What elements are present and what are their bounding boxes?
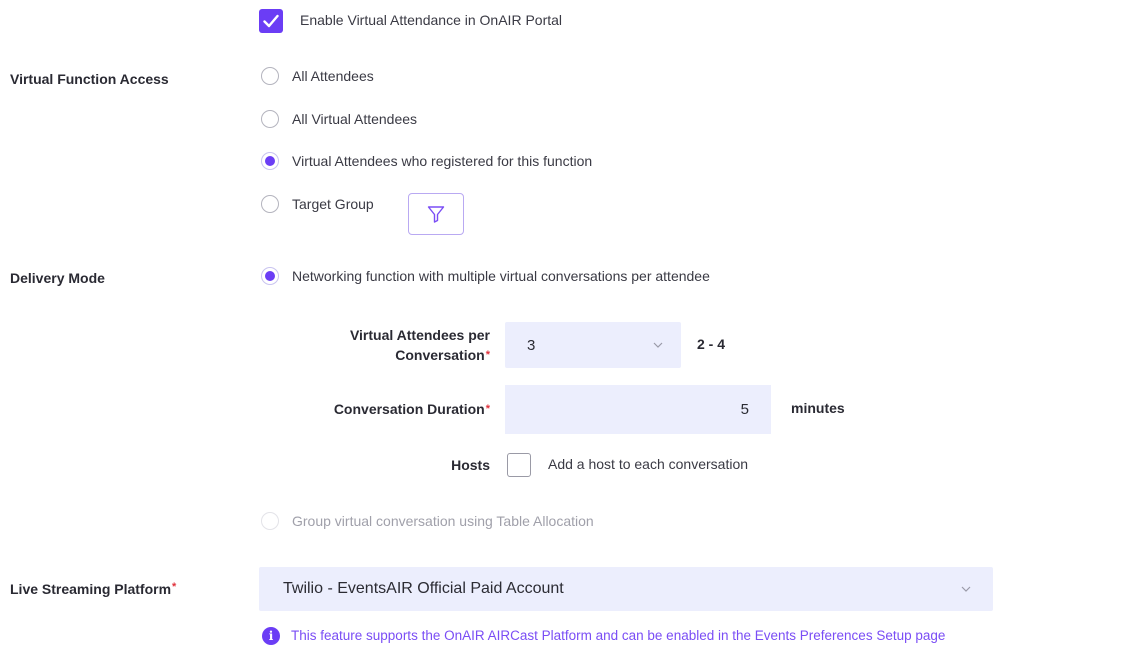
duration-unit: minutes	[791, 400, 845, 416]
option-registered-virtual-attendees-label: Virtual Attendees who registered for thi…	[292, 153, 593, 169]
chevron-down-icon	[653, 342, 663, 348]
radio-networking-function[interactable]	[261, 267, 279, 285]
info-icon: i	[262, 627, 280, 645]
radio-all-virtual-attendees[interactable]	[261, 110, 279, 128]
delivery-mode-label: Delivery Mode	[10, 270, 105, 286]
enable-virtual-checkbox[interactable]	[259, 9, 283, 33]
option-target-group-label: Target Group	[292, 196, 374, 212]
live-streaming-platform-value: Twilio - EventsAIR Official Paid Account	[283, 580, 564, 597]
option-networking-function-label: Networking function with multiple virtua…	[292, 268, 710, 284]
attendees-per-conversation-value: 3	[527, 336, 536, 354]
virtual-function-access-label: Virtual Function Access	[10, 71, 169, 87]
chevron-down-icon	[961, 586, 971, 592]
checkmark-icon	[263, 14, 279, 28]
required-mark: *	[485, 349, 490, 361]
required-mark: *	[172, 581, 177, 593]
target-group-filter-button[interactable]	[408, 193, 464, 235]
conversation-duration-input[interactable]: 5	[505, 385, 771, 434]
conversation-duration-value: 5	[740, 401, 749, 418]
conversation-duration-label: Conversation Duration*	[333, 401, 490, 417]
hosts-checkbox-label: Add a host to each conversation	[548, 456, 749, 472]
radio-table-allocation[interactable]	[261, 512, 279, 530]
radio-all-attendees[interactable]	[261, 67, 279, 85]
radio-target-group[interactable]	[261, 195, 279, 213]
option-table-allocation-label: Group virtual conversation using Table A…	[292, 513, 594, 529]
live-streaming-info-text: This feature supports the OnAIR AIRCast …	[291, 628, 946, 643]
hosts-checkbox[interactable]	[507, 453, 531, 477]
required-mark: *	[485, 403, 490, 415]
radio-registered-virtual-attendees[interactable]	[261, 152, 279, 170]
option-all-virtual-attendees-label: All Virtual Attendees	[292, 111, 418, 127]
live-streaming-platform-select[interactable]: Twilio - EventsAIR Official Paid Account	[259, 567, 993, 611]
attendees-per-conversation-label: Virtual Attendees per Conversation*	[349, 327, 490, 363]
filter-icon	[427, 206, 445, 223]
enable-virtual-label: Enable Virtual Attendance in OnAIR Porta…	[300, 12, 563, 28]
live-streaming-platform-label: Live Streaming Platform*	[10, 581, 177, 597]
option-all-attendees-label: All Attendees	[292, 68, 374, 84]
hosts-label: Hosts	[451, 457, 490, 473]
attendees-per-conversation-select[interactable]: 3	[505, 322, 681, 368]
attendees-range: 2 - 4	[697, 336, 726, 352]
